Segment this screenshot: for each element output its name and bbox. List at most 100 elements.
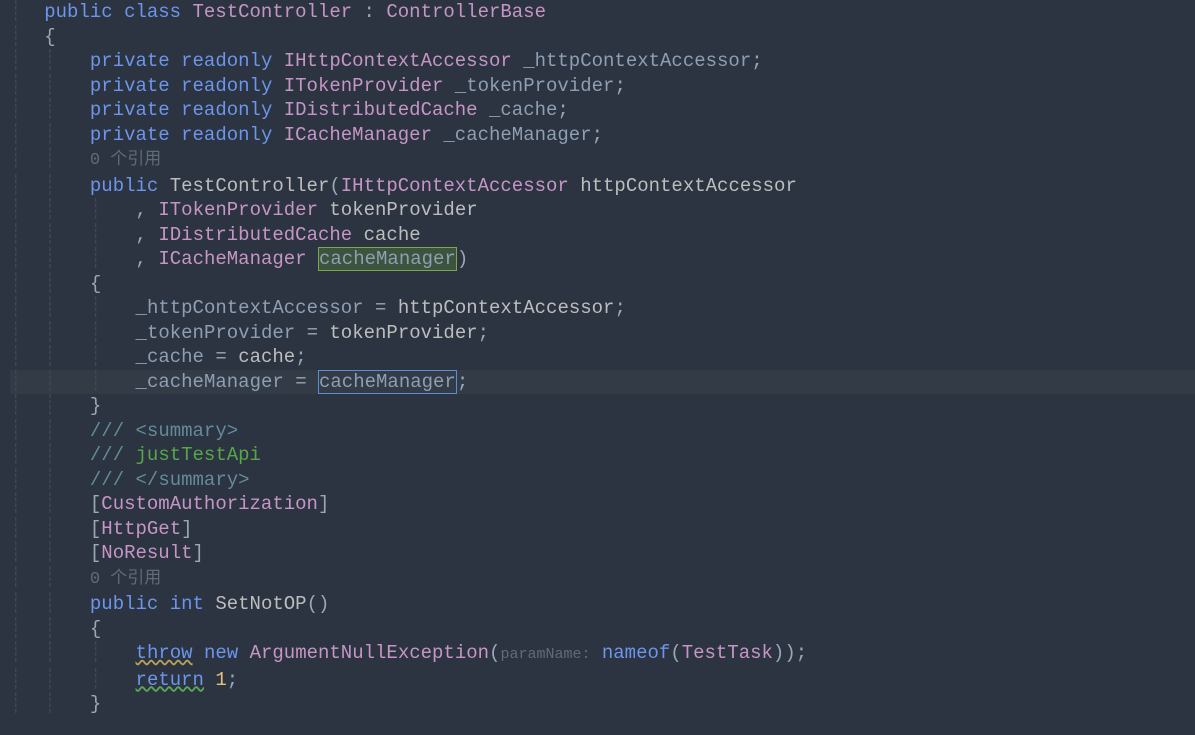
code-line[interactable]: ┊ ┊ private readonly IHttpContextAccesso… — [10, 49, 1195, 74]
doc-tag: > — [238, 469, 249, 491]
bracket-open: [ — [90, 518, 101, 540]
code-line[interactable]: ┊ ┊ ┊ , ITokenProvider tokenProvider — [10, 198, 1195, 223]
equals: = — [375, 297, 386, 319]
code-line[interactable]: ┊ ┊ ┊ , ICacheManager cacheManager) — [10, 247, 1195, 272]
param-name-highlighted: cacheManager — [318, 247, 457, 271]
semicolon: ; — [557, 99, 568, 121]
code-line[interactable]: ┊ ┊ public TestController(IHttpContextAc… — [10, 174, 1195, 199]
code-line[interactable]: ┊ ┊ ┊ _tokenProvider = tokenProvider; — [10, 321, 1195, 346]
code-editor[interactable]: ┊ public class TestController : Controll… — [0, 0, 1195, 717]
field-name: _cache — [489, 99, 557, 121]
attribute-name: NoResult — [101, 542, 192, 564]
code-line[interactable]: ┊ { — [10, 25, 1195, 50]
semicolon: ; — [457, 371, 468, 393]
code-line[interactable]: ┊ ┊ [NoResult] — [10, 541, 1195, 566]
inlay-hint: paramName: — [500, 646, 590, 663]
colon: : — [364, 1, 375, 23]
constructor-name: TestController — [170, 175, 330, 197]
code-line-current[interactable]: ┊ ┊ ┊ _cacheManager = cacheManager; — [10, 370, 1195, 395]
param-name: cache — [364, 224, 421, 246]
keyword-private: private — [90, 50, 170, 72]
keyword-throw: throw — [136, 642, 193, 664]
keyword-readonly: readonly — [181, 50, 272, 72]
close-paren: ) — [318, 593, 329, 615]
param-name: tokenProvider — [329, 199, 477, 221]
code-line[interactable]: ┊ ┊ public int SetNotOP() — [10, 592, 1195, 617]
keyword-public: public — [90, 593, 158, 615]
type-name: IHttpContextAccessor — [284, 50, 512, 72]
equals: = — [295, 371, 306, 393]
doc-comment: /// — [90, 420, 124, 442]
param-type: ITokenProvider — [158, 199, 318, 221]
code-line[interactable]: ┊ ┊ ┊ _cache = cache; — [10, 345, 1195, 370]
doc-comment: /// — [90, 444, 124, 466]
attribute-name: CustomAuthorization — [101, 493, 318, 515]
base-class: ControllerBase — [386, 1, 546, 23]
code-line[interactable]: ┊ public class TestController : Controll… — [10, 0, 1195, 25]
code-line[interactable]: ┊ ┊ { — [10, 272, 1195, 297]
close-paren: ) — [784, 642, 795, 664]
code-line[interactable]: ┊ ┊ ┊ _httpContextAccessor = httpContext… — [10, 296, 1195, 321]
keyword-readonly: readonly — [181, 75, 272, 97]
field-name: _tokenProvider — [455, 75, 615, 97]
code-line[interactable]: ┊ ┊ /// justTestApi — [10, 443, 1195, 468]
param-ref-cursor: cacheManager — [318, 370, 457, 394]
keyword-new: new — [204, 642, 238, 664]
open-brace: { — [90, 273, 101, 295]
field-ref: _httpContextAccessor — [136, 297, 364, 319]
code-line[interactable]: ┊ ┊ private readonly ITokenProvider _tok… — [10, 74, 1195, 99]
bracket-open: [ — [90, 493, 101, 515]
code-line[interactable]: ┊ ┊ private readonly IDistributedCache _… — [10, 98, 1195, 123]
comma: , — [136, 248, 147, 270]
code-line[interactable]: ┊ ┊ /// <summary> — [10, 419, 1195, 444]
param-ref: tokenProvider — [329, 322, 477, 344]
code-line[interactable]: ┊ ┊ ┊ throw new ArgumentNullException(pa… — [10, 641, 1195, 668]
code-line[interactable]: ┊ ┊ } — [10, 394, 1195, 419]
bracket-close: ] — [181, 518, 192, 540]
bracket-close: ] — [318, 493, 329, 515]
codelens-references[interactable]: 0 个引用 — [90, 151, 161, 170]
param-type: ICacheManager — [158, 248, 306, 270]
method-name: SetNotOP — [215, 593, 306, 615]
doc-tag: > — [227, 420, 238, 442]
codelens-line[interactable]: ┊ ┊ 0 个引用 — [10, 566, 1195, 593]
keyword-class: class — [124, 1, 181, 23]
open-brace: { — [44, 26, 55, 48]
bracket-open: [ — [90, 542, 101, 564]
code-line[interactable]: ┊ ┊ ┊ , IDistributedCache cache — [10, 223, 1195, 248]
keyword-public: public — [90, 175, 158, 197]
param-name: httpContextAccessor — [580, 175, 797, 197]
code-line[interactable]: ┊ ┊ { — [10, 617, 1195, 642]
keyword-readonly: readonly — [181, 99, 272, 121]
semicolon: ; — [478, 322, 489, 344]
open-paren: ( — [670, 642, 681, 664]
doc-tag: summary — [158, 469, 238, 491]
param-ref: cache — [238, 346, 295, 368]
semicolon: ; — [295, 346, 306, 368]
keyword-nameof: nameof — [602, 642, 670, 664]
field-ref: _cacheManager — [136, 371, 284, 393]
code-line[interactable]: ┊ ┊ /// </summary> — [10, 468, 1195, 493]
open-paren: ( — [489, 642, 500, 664]
keyword-int: int — [170, 593, 204, 615]
type-name: ICacheManager — [284, 124, 432, 146]
doc-text: justTestApi — [124, 444, 261, 466]
attribute-name: HttpGet — [101, 518, 181, 540]
param-ref: httpContextAccessor — [398, 297, 615, 319]
code-line[interactable]: ┊ ┊ [HttpGet] — [10, 517, 1195, 542]
type-name: ITokenProvider — [284, 75, 444, 97]
field-ref: _tokenProvider — [136, 322, 296, 344]
field-name: _httpContextAccessor — [523, 50, 751, 72]
code-line[interactable]: ┊ ┊ ┊ return 1; — [10, 668, 1195, 693]
codelens-line[interactable]: ┊ ┊ 0 个引用 — [10, 147, 1195, 174]
codelens-references[interactable]: 0 个引用 — [90, 570, 161, 589]
equals: = — [307, 322, 318, 344]
type-name: IDistributedCache — [284, 99, 478, 121]
semicolon: ; — [227, 669, 238, 691]
code-line[interactable]: ┊ ┊ private readonly ICacheManager _cach… — [10, 123, 1195, 148]
code-line[interactable]: ┊ ┊ [CustomAuthorization] — [10, 492, 1195, 517]
keyword-private: private — [90, 99, 170, 121]
doc-tag: summary — [147, 420, 227, 442]
keyword-private: private — [90, 124, 170, 146]
code-line[interactable]: ┊ ┊ } — [10, 692, 1195, 717]
